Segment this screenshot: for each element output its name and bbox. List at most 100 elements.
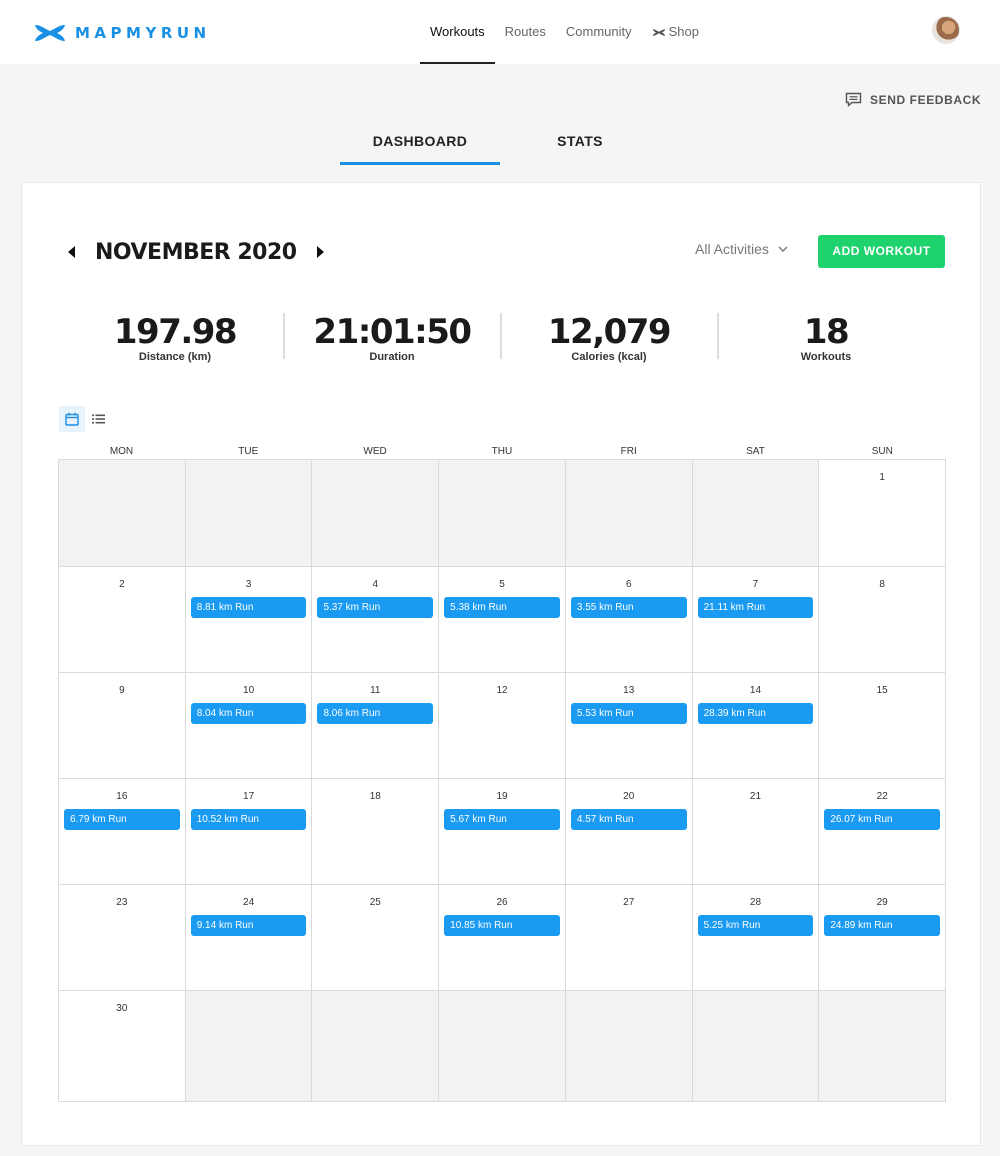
calendar-day-cell[interactable]: 13 5.53 km Run — [565, 673, 693, 779]
calendar-day-cell[interactable]: 6 3.55 km Run — [565, 567, 693, 673]
day-number: 15 — [876, 685, 888, 696]
calendar-day-cell[interactable]: 30 — [59, 991, 186, 1102]
calendar-day-cell[interactable]: 22 26.07 km Run — [819, 779, 947, 885]
view-toggle — [59, 406, 111, 432]
day-number: 25 — [369, 897, 381, 908]
day-number: 10 — [243, 685, 255, 696]
day-number: 17 — [243, 791, 255, 802]
chevron-down-icon — [778, 246, 788, 252]
workout-chip[interactable]: 8.06 km Run — [317, 703, 434, 724]
nav-workouts[interactable]: Workouts — [420, 0, 495, 64]
calendar-day-cell[interactable]: 11 8.06 km Run — [312, 673, 440, 779]
weekday-header: SAT — [746, 446, 765, 457]
workout-chip[interactable]: 21.11 km Run — [697, 597, 814, 618]
calendar-day-cell[interactable]: 26 10.85 km Run — [439, 885, 566, 991]
calendar-day-cell[interactable]: 7 21.11 km Run — [692, 567, 820, 673]
calendar-day-cell[interactable]: 28 5.25 km Run — [692, 885, 820, 991]
calendar-day-cell[interactable]: 19 5.67 km Run — [439, 779, 566, 885]
day-number: 4 — [372, 579, 379, 590]
stat-calories: 12,079 Calories (kcal) — [509, 311, 709, 363]
prev-month-button[interactable] — [66, 245, 78, 259]
calendar-day-cell[interactable]: 17 10.52 km Run — [185, 779, 313, 885]
workout-chip[interactable]: 5.37 km Run — [317, 597, 434, 618]
stat-distance: 197.98 Distance (km) — [75, 311, 275, 363]
workout-chip[interactable]: 8.04 km Run — [190, 703, 307, 724]
list-view-button[interactable] — [85, 406, 111, 432]
calendar-day-cell[interactable]: 27 — [565, 885, 693, 991]
workout-chip[interactable]: 5.25 km Run — [697, 915, 814, 936]
nav-shop[interactable]: Shop — [642, 0, 709, 64]
mapmyrun-logo[interactable]: MAPMYRUN — [33, 22, 211, 44]
calendar-day-cell[interactable]: 8 — [819, 567, 947, 673]
day-number: 14 — [749, 685, 762, 696]
calendar-week-row: 23 24 9.14 km Run 25 26 10.85 km Run 27 28 5.25 … — [59, 885, 947, 991]
weekday-header: FRI — [620, 446, 637, 457]
calendar-day-cell[interactable]: 10 8.04 km Run — [185, 673, 313, 779]
calendar-empty-cell — [565, 991, 693, 1102]
calendar-icon — [65, 412, 79, 426]
tab-dashboard[interactable]: DASHBOARD — [340, 120, 500, 165]
day-number: 9 — [119, 685, 125, 696]
calendar-day-cell[interactable]: 16 6.79 km Run — [59, 779, 186, 885]
workout-chip[interactable]: 10.85 km Run — [444, 915, 560, 936]
day-number: 3 — [245, 579, 252, 590]
calendar-day-cell[interactable]: 1 — [819, 460, 947, 567]
calendar-day-cell[interactable]: 15 — [819, 673, 947, 779]
calendar-day-cell[interactable]: 4 5.37 km Run — [312, 567, 440, 673]
add-workout-button[interactable]: ADD WORKOUT — [818, 235, 945, 268]
calendar-day-cell[interactable]: 3 8.81 km Run — [185, 567, 313, 673]
calendar-day-cell[interactable]: 5 5.38 km Run — [439, 567, 566, 673]
tab-stats[interactable]: STATS — [500, 120, 660, 165]
workout-chip[interactable]: 8.81 km Run — [190, 597, 307, 618]
nav-community[interactable]: Community — [556, 0, 642, 64]
workout-chip[interactable]: 5.53 km Run — [570, 703, 687, 724]
calendar-day-cell[interactable]: 24 9.14 km Run — [185, 885, 313, 991]
calendar-day-cell[interactable]: 25 — [312, 885, 440, 991]
workout-chip[interactable]: 10.52 km Run — [190, 809, 307, 830]
weekday-header: MON — [109, 446, 134, 457]
send-feedback-label: SEND FEEDBACK — [870, 92, 982, 107]
workout-chip[interactable]: 9.14 km Run — [190, 915, 307, 936]
calendar-day-cell[interactable]: 14 28.39 km Run — [692, 673, 820, 779]
stat-workouts-label: Workouts — [800, 351, 852, 363]
workout-chip[interactable]: 3.55 km Run — [570, 597, 687, 618]
nav-routes[interactable]: Routes — [495, 0, 556, 64]
calendar-empty-cell — [565, 460, 693, 567]
workout-chip[interactable]: 24.89 km Run — [824, 915, 941, 936]
user-avatar[interactable] — [932, 16, 960, 44]
calendar-empty-cell — [692, 991, 820, 1102]
activity-filter-label: All Activities — [695, 241, 769, 257]
day-number: 27 — [623, 897, 635, 908]
workout-chip[interactable]: 5.67 km Run — [444, 809, 560, 830]
calendar-week-row: 30 — [59, 991, 947, 1102]
calendar-empty-cell — [819, 991, 947, 1102]
stat-calories-label: Calories (kcal) — [571, 351, 647, 363]
day-number: 26 — [496, 897, 508, 908]
calendar-week-row: 16 6.79 km Run 17 10.52 km Run 18 19 5.67 km R… — [59, 779, 947, 885]
next-month-button[interactable] — [314, 245, 326, 259]
calendar-empty-cell — [185, 460, 313, 567]
day-number: 13 — [623, 685, 635, 696]
calendar-day-cell[interactable]: 2 — [59, 567, 186, 673]
calendar-day-cell[interactable]: 20 4.57 km Run — [565, 779, 693, 885]
workout-chip[interactable]: 6.79 km Run — [64, 809, 180, 830]
calendar-day-cell[interactable]: 29 24.89 km Run — [819, 885, 947, 991]
workout-chip[interactable]: 26.07 km Run — [824, 809, 941, 830]
calendar-day-cell[interactable]: 23 — [59, 885, 186, 991]
workout-chip[interactable]: 4.57 km Run — [570, 809, 687, 830]
day-number: 8 — [879, 579, 885, 590]
calendar-day-cell[interactable]: 21 — [692, 779, 820, 885]
stat-duration: 21:01:50 Duration — [292, 311, 492, 363]
calendar-day-cell[interactable]: 12 — [439, 673, 566, 779]
workout-chip[interactable]: 5.38 km Run — [444, 597, 560, 618]
calendar-day-cell[interactable]: 9 — [59, 673, 186, 779]
calendar-day-cell[interactable]: 18 — [312, 779, 440, 885]
activity-filter-dropdown[interactable]: All Activities — [695, 241, 788, 257]
send-feedback-button[interactable]: SEND FEEDBACK — [845, 92, 981, 107]
workout-chip[interactable]: 28.39 km Run — [697, 703, 814, 724]
calendar-view-button[interactable] — [59, 406, 85, 432]
day-number: 1 — [879, 472, 885, 483]
day-number: 6 — [625, 579, 632, 590]
stat-workouts-value: 18 — [803, 312, 850, 352]
logo-wordmark: MAPMYRUN — [75, 24, 211, 42]
